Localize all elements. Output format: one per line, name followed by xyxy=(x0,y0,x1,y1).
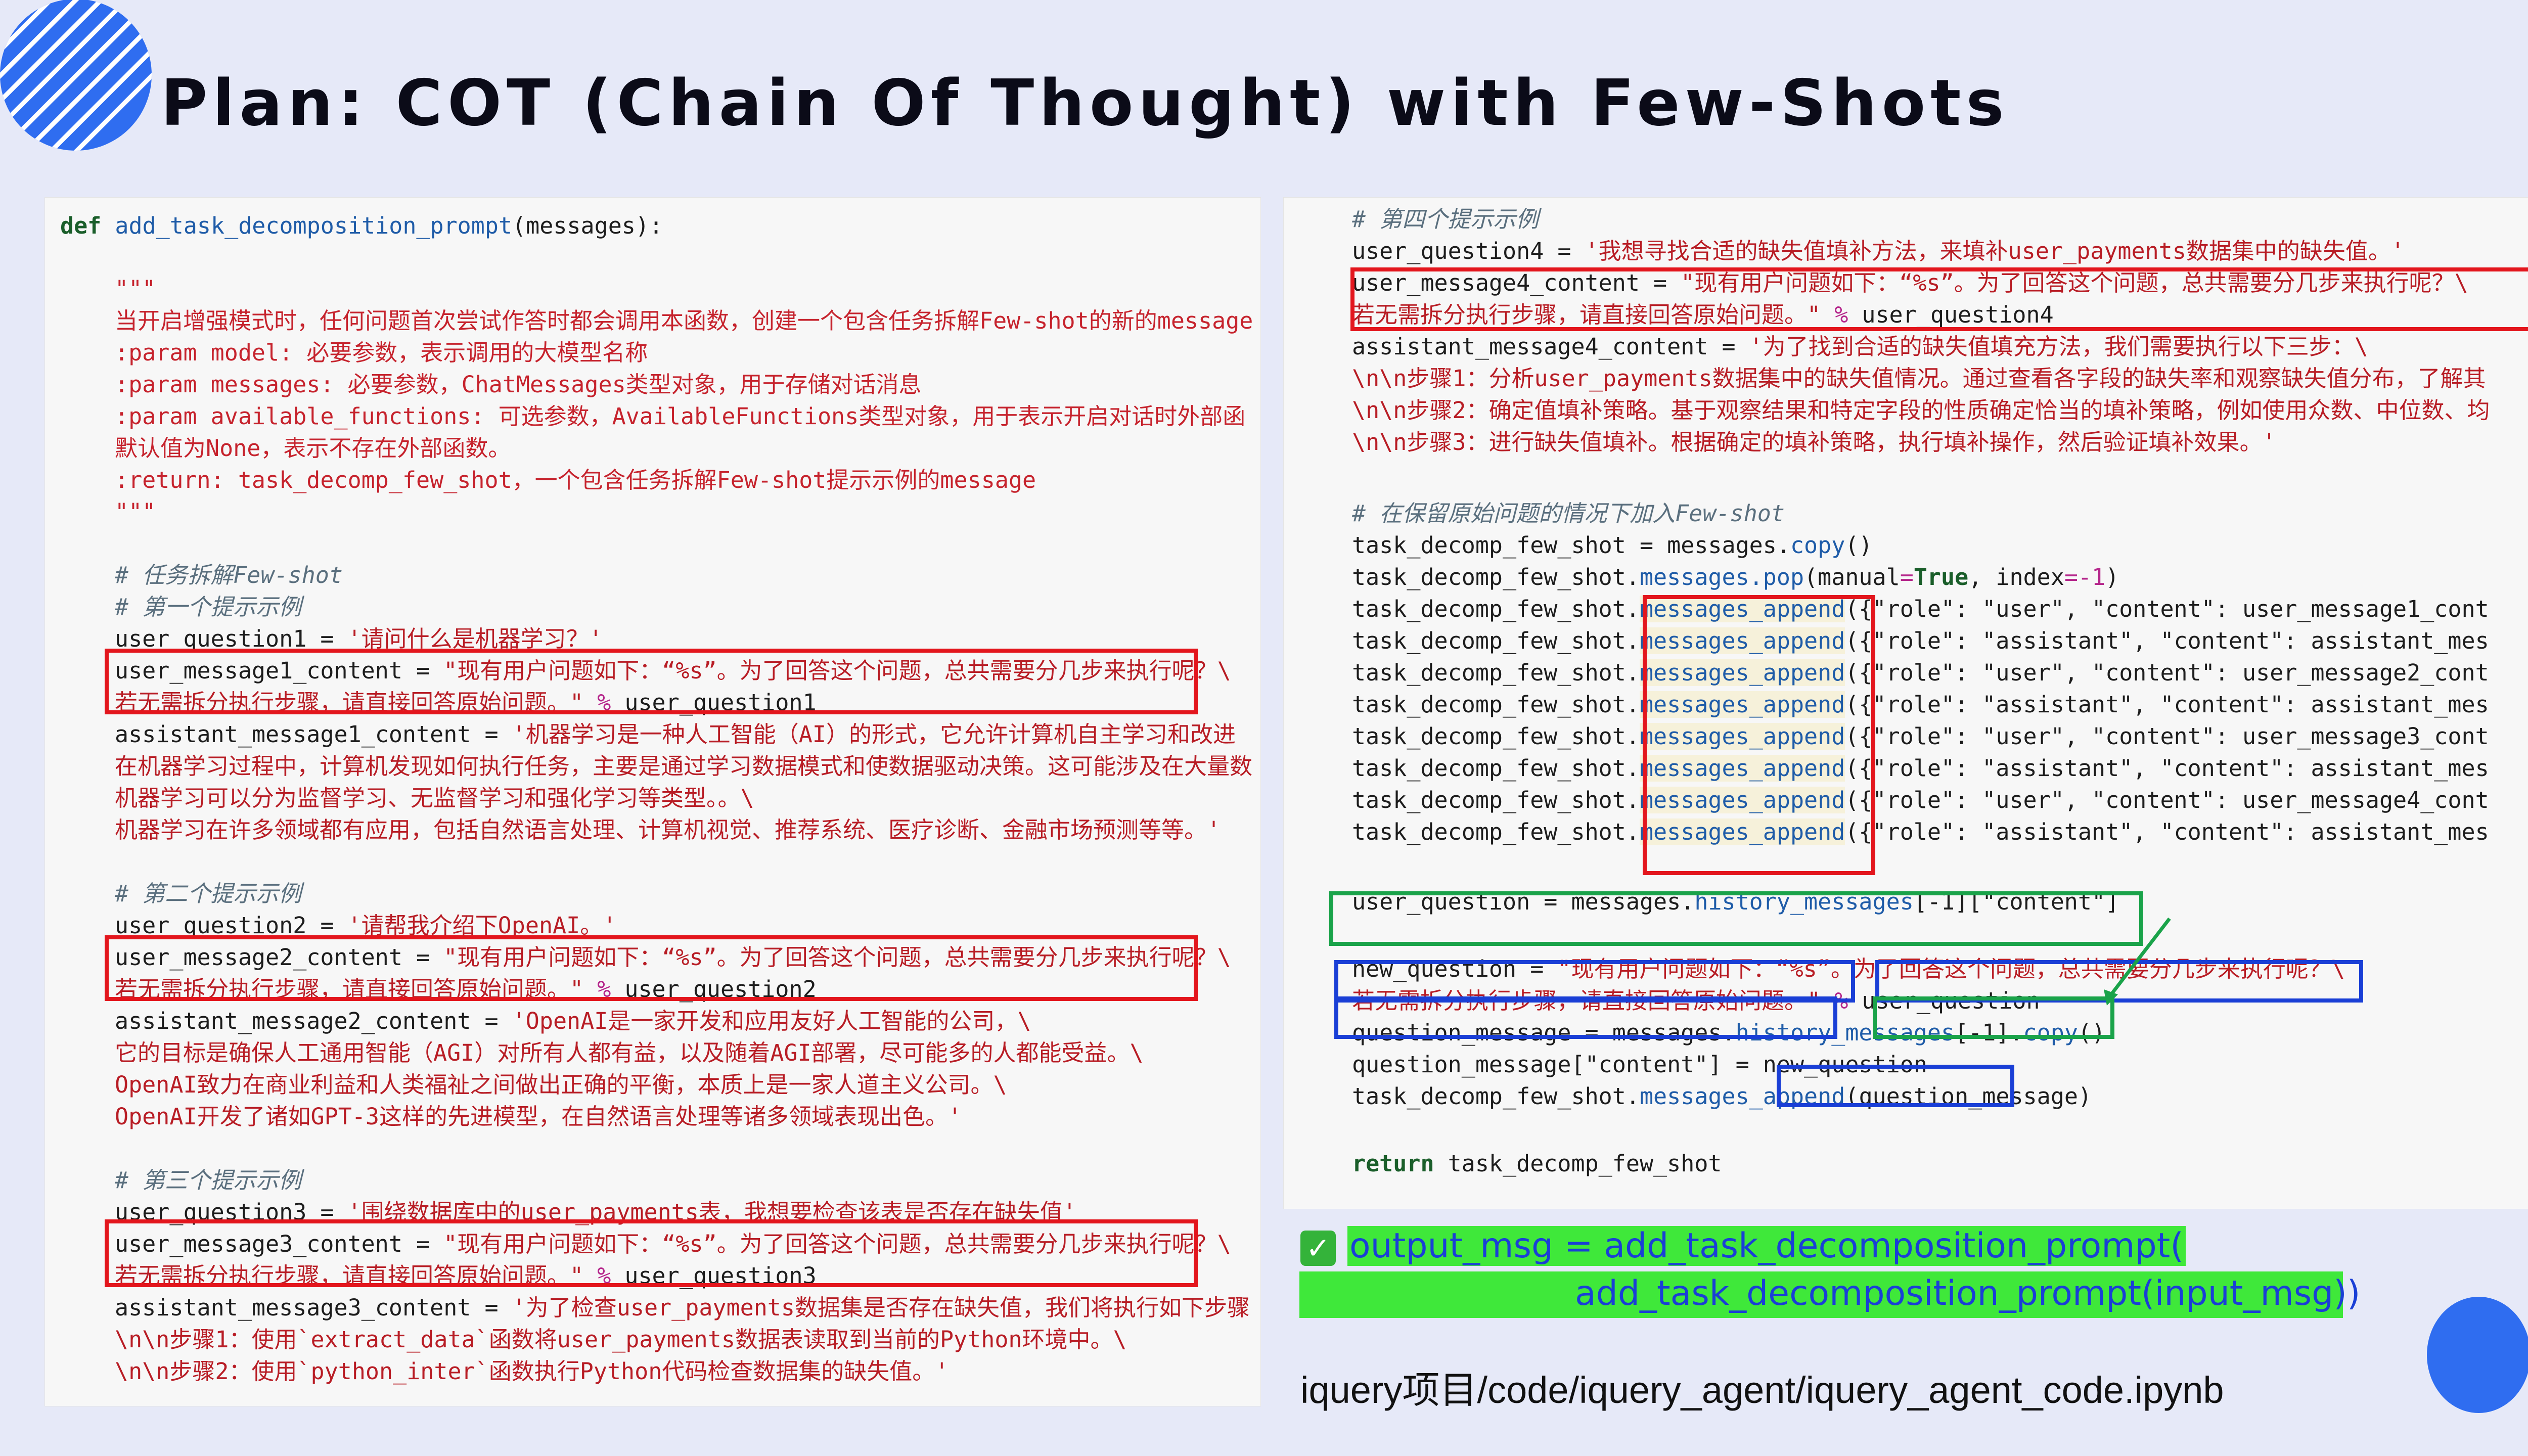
output-line-1: output_msg = add_task_decomposition_prom… xyxy=(1347,1226,2186,1266)
output-line-2: add_task_decomposition_prompt(input_msg)… xyxy=(1575,1273,2361,1313)
code-text: assistant_message3_content = xyxy=(115,1294,512,1321)
code-line: \n\n步骤1：使用`extract_data`函数将user_payments… xyxy=(115,1326,1127,1353)
code-comment: # 第一个提示示例 xyxy=(115,594,302,620)
code-comment: # 任务拆解Few-shot xyxy=(115,562,343,588)
code-line: assistant_message3_content = '为了检查user_p… xyxy=(115,1292,1250,1324)
logo-icon xyxy=(0,0,152,151)
code-comment: # 第三个提示示例 xyxy=(115,1167,302,1194)
output-line-2-highlight: add_task_decomposition_prompt(input_msg)… xyxy=(1299,1271,2360,1318)
code-text: assistant_message2_content = xyxy=(115,1008,512,1034)
code-line: """ xyxy=(115,276,156,302)
code-line: OpenAI开发了诸如GPT-3这样的先进模型，在自然语言处理等诸多领域表现出色… xyxy=(115,1103,962,1130)
file-path: iquery项目/code/iquery_agent/iquery_agent_… xyxy=(1300,1369,2224,1411)
highlight-box-red xyxy=(105,1219,1198,1287)
code-line: 它的目标是确保人工通用智能（AGI）对所有人都有益，以及随着AGI部署，尽可能多… xyxy=(115,1039,1144,1066)
check-icon: ✓ xyxy=(1300,1231,1336,1266)
code-line: 默认值为None，表示不存在外部函数。 xyxy=(115,435,511,462)
code-line: 当开启增强模式时，任何问题首次尝试作答时都会调用本函数，创建一个包含任务拆解Fe… xyxy=(115,307,1253,334)
right-code-panel: # 第四个提示示例 user_question4 = '我想寻找合适的缺失值填补… xyxy=(1283,197,2528,1209)
code-line: :param available_functions: 可选参数，Availab… xyxy=(115,403,1246,430)
slide-title: Plan: COT (Chain Of Thought) with Few-Sh… xyxy=(161,66,2009,140)
code-text: (messages): xyxy=(512,212,663,239)
left-code-panel: def add_task_decomposition_prompt(messag… xyxy=(44,197,1261,1406)
code-string: 'OpenAI是一家开发和应用友好人工智能的公司，\ xyxy=(512,1008,1031,1034)
arrow-icon xyxy=(2104,917,2171,1006)
highlight-box-red xyxy=(105,935,1198,1001)
code-keyword: def xyxy=(60,212,102,239)
code-line: 机器学习可以分为监督学习、无监督学习和强化学习等类型。。\ xyxy=(115,785,754,811)
code-line: 在机器学习过程中，计算机发现如何执行任务，主要是通过学习数据模式和使数据驱动决策… xyxy=(115,753,1253,780)
code-string: '机器学习是一种人工智能（AI）的形式，它允许计算机自主学习和改进 xyxy=(512,721,1236,748)
code-line: :param model: 必要参数，表示调用的大模型名称 xyxy=(115,339,648,366)
code-text: assistant_message1_content = xyxy=(115,721,512,748)
code-line: :param messages: 必要参数，ChatMessages类型对象，用… xyxy=(115,371,922,398)
code-line: 机器学习在许多领域都有应用，包括自然语言处理、计算机视觉、推荐系统、医疗诊断、金… xyxy=(115,816,1221,843)
code-line: """ xyxy=(115,498,156,525)
code-line: assistant_message1_content = '机器学习是一种人工智… xyxy=(115,719,1236,750)
code-line: assistant_message2_content = 'OpenAI是一家开… xyxy=(115,1006,1031,1037)
code-comment: # 第二个提示示例 xyxy=(115,880,302,907)
highlight-box-red xyxy=(105,649,1198,714)
code-line: \n\n步骤2：使用`python_inter`函数执行Python代码检查数据… xyxy=(115,1358,949,1385)
code-string: '为了检查user_payments数据集是否存在缺失值，我们将执行如下步骤 xyxy=(512,1294,1250,1321)
decorative-circle-large xyxy=(2427,1297,2528,1413)
code-line: def add_task_decomposition_prompt(messag… xyxy=(60,210,663,242)
code-line: OpenAI致力在商业利益和人类福祉之间做出正确的平衡，本质上是一家人道主义公司… xyxy=(115,1071,1007,1098)
code-function-name: add_task_decomposition_prompt xyxy=(115,212,513,239)
code-line: :return: task_decomp_few_shot，一个包含任务拆解Fe… xyxy=(115,467,1036,493)
